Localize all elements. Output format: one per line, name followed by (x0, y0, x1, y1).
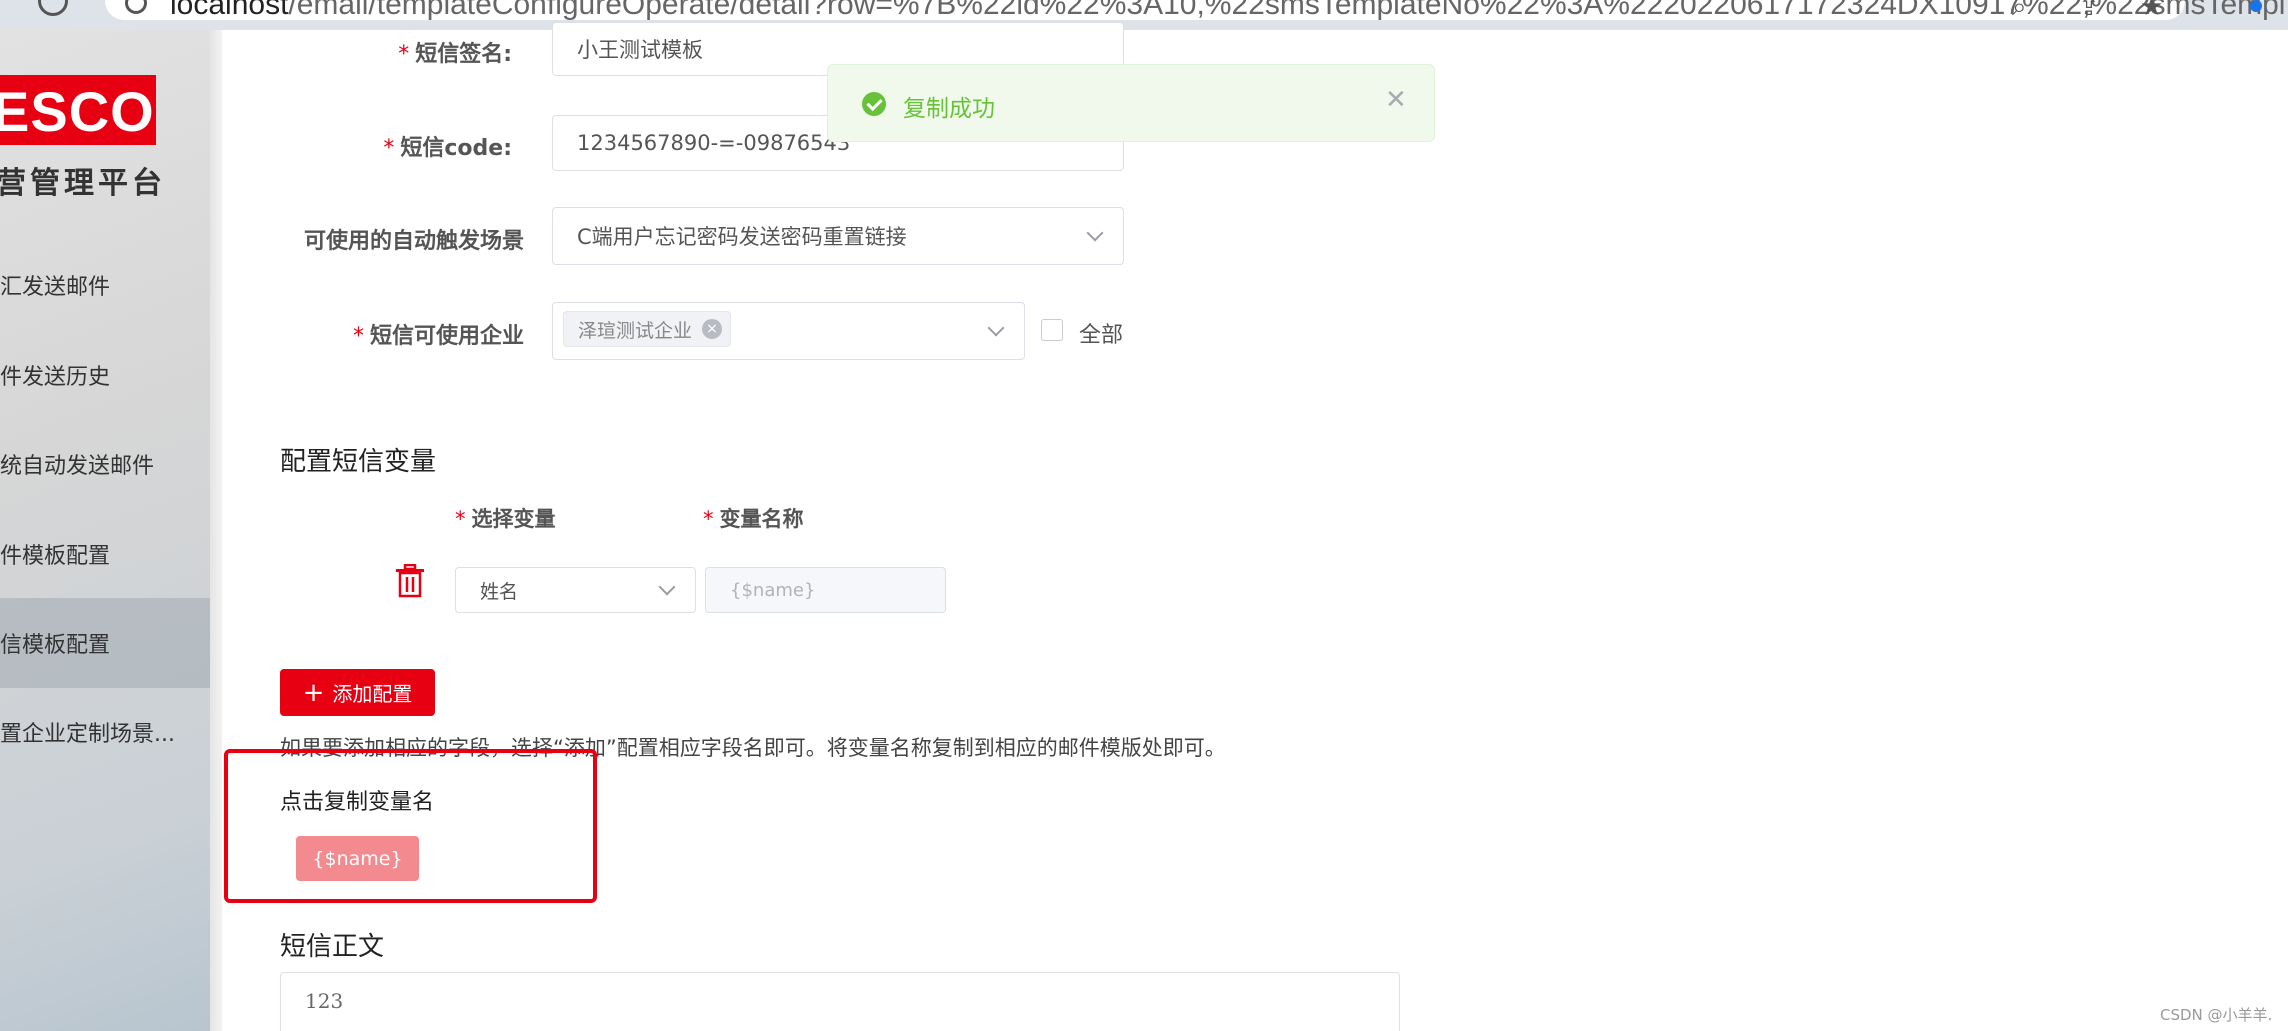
required-mark: * (703, 507, 714, 531)
col-select-variable: * 选择变量 (455, 503, 556, 533)
required-mark: * (352, 324, 364, 349)
watermark: CSDN @小羊羊. (2160, 1006, 2273, 1024)
variables-section-title: 配置短信变量 (280, 447, 437, 477)
variable-select-value: 姓名 (480, 580, 519, 603)
trigger-scene-value: C端用户忘记密码发送密码重置链接 (577, 225, 907, 249)
trash-icon[interactable] (394, 564, 426, 598)
variable-select[interactable]: 姓名 (455, 567, 696, 613)
select-all-label[interactable]: 全部 (1079, 317, 1123, 349)
variable-name-input[interactable]: {$name} (705, 567, 946, 613)
variable-name-placeholder: {$name} (730, 579, 816, 601)
add-config-label: 添加配置 (332, 682, 413, 706)
close-icon[interactable]: ✕ (1385, 87, 1407, 113)
browser-toolbar: localhost/email/templateConfigureOperate… (0, 0, 2288, 30)
sidebar-item-email-template[interactable]: 件模板配置 (0, 509, 210, 599)
sidebar-item-email-history[interactable]: 件发送历史 (0, 330, 210, 420)
sidebar-item-send-email[interactable]: 汇发送邮件 (0, 240, 210, 330)
sidebar-item-company-scene[interactable]: 置企业定制场景... (0, 687, 210, 777)
select-all-checkbox[interactable] (1041, 319, 1063, 341)
sms-code-label: * 短信code: (383, 130, 512, 162)
sms-code-value: 1234567890-=-09876543 (577, 131, 851, 155)
companies-select[interactable]: 泽瑄测试企业 × (552, 302, 1025, 360)
required-mark: * (455, 507, 466, 531)
sidebar-item-label: 件模板配置 (0, 544, 111, 569)
sidebar-item-label: 汇发送邮件 (0, 275, 111, 300)
sidebar-item-label: 信模板配置 (0, 633, 111, 658)
logo: ESCO (0, 75, 156, 145)
col-variable-name: * 变量名称 (703, 503, 804, 533)
required-mark: * (398, 42, 410, 67)
zoom-icon[interactable]: ⌕ (2012, 0, 2027, 23)
profile-icon[interactable] (2250, 0, 2262, 12)
toast-message: 复制成功 (903, 96, 995, 122)
success-toast: 复制成功 ✕ (827, 64, 1435, 142)
logo-text: ESCO (0, 80, 155, 143)
chevron-down-icon (1086, 224, 1104, 242)
company-tag: 泽瑄测试企业 × (563, 311, 732, 347)
col-name-text: 变量名称 (719, 507, 804, 531)
plus-icon: + (302, 677, 325, 708)
trigger-scene-label: 可使用的自动触发场景 (303, 229, 524, 254)
url-host: localhost (170, 0, 289, 21)
sidebar-item-auto-send[interactable]: 统自动发送邮件 (0, 419, 210, 509)
sidebar: ESCO 营管理平台 汇发送邮件 件发送历史 统自动发送邮件 件模板配置 信模板… (0, 30, 210, 1031)
copy-variable-title: 点击复制变量名 (280, 790, 435, 815)
companies-label-text: 短信可使用企业 (369, 324, 524, 349)
sms-sign-label: * 短信签名: (398, 36, 512, 68)
platform-name: 营管理平台 (0, 166, 166, 201)
sms-body-textarea[interactable]: 123 (280, 972, 1400, 1031)
chevron-down-icon (987, 319, 1005, 337)
url-path: /email/templateConfigureOperate/detail?r… (288, 0, 2288, 21)
bookmark-star-icon[interactable]: ★ (2140, 0, 2163, 22)
sidebar-item-label: 统自动发送邮件 (0, 454, 155, 479)
chevron-down-icon (658, 578, 676, 596)
reload-icon[interactable] (38, 0, 68, 16)
sidebar-item-label: 置企业定制场景... (0, 722, 175, 747)
company-tag-label: 泽瑄测试企业 (578, 319, 693, 342)
check-circle-icon (862, 92, 886, 116)
sidebar-item-sms-template[interactable]: 信模板配置 (0, 598, 210, 688)
url-text[interactable]: localhost/email/templateConfigureOperate… (170, 0, 2288, 22)
sms-code-label-text: 短信code: (400, 136, 512, 161)
add-config-button[interactable]: + 添加配置 (280, 669, 435, 716)
share-icon[interactable]: ⇪ (2078, 0, 2100, 22)
col-select-text: 选择变量 (471, 507, 556, 531)
sms-sign-value: 小王测试模板 (577, 38, 703, 62)
variable-chip[interactable]: {$name} (296, 836, 419, 881)
required-mark: * (383, 136, 395, 161)
trigger-scene-select[interactable]: C端用户忘记密码发送密码重置链接 (552, 207, 1124, 265)
sidebar-divider (210, 30, 222, 1031)
sms-sign-label-text: 短信签名: (415, 42, 512, 67)
tag-close-icon[interactable]: × (702, 319, 723, 339)
companies-label: * 短信可使用企业 (353, 318, 524, 350)
sidebar-item-label: 件发送历史 (0, 365, 111, 390)
sms-body-title: 短信正文 (280, 932, 385, 962)
